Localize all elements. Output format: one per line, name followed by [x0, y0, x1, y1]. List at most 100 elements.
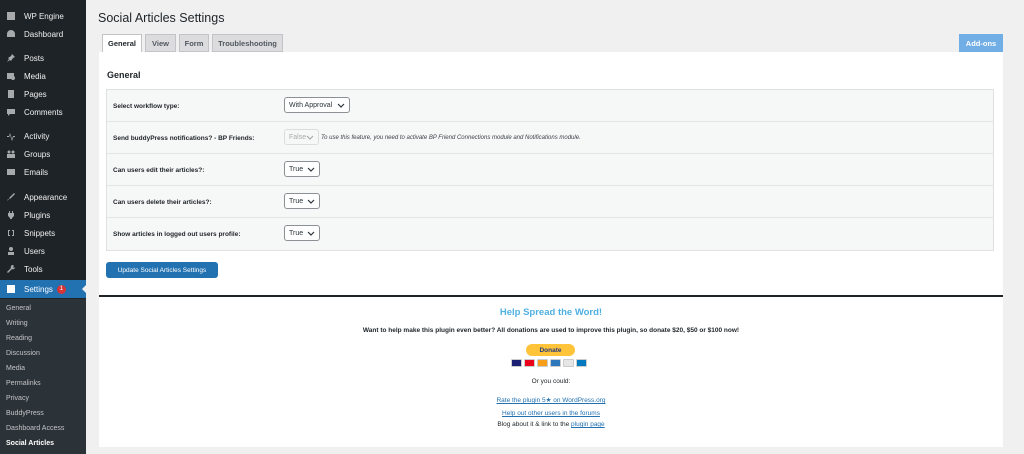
add-ons-button[interactable]: Add-ons [959, 34, 1003, 52]
section-title: General [107, 70, 141, 80]
setting-label: Send buddyPress notifications? - BP Frie… [113, 134, 255, 142]
sidebar-item-wp-engine[interactable]: WP Engine [0, 7, 86, 25]
sidebar-item-media[interactable]: Media [0, 67, 86, 85]
sidebar-item-settings[interactable]: Settings 1 [0, 280, 86, 298]
setting-label: Can users edit their articles?: [113, 166, 205, 174]
sidebar-item-label: Users [24, 246, 45, 256]
update-count-badge: 1 [56, 284, 66, 294]
setting-label: Select workflow type: [113, 102, 180, 110]
setting-row-logged-out-profile: Show articles in logged out users profil… [107, 218, 993, 250]
maestro-icon [537, 359, 548, 367]
notifications-select: False [284, 129, 319, 145]
tab-general[interactable]: General [102, 34, 142, 53]
sidebar-item-pages[interactable]: Pages [0, 85, 86, 103]
visa-icon [511, 359, 522, 367]
sidebar-item-label: Comments [24, 107, 63, 117]
edit-articles-select[interactable]: True [284, 161, 320, 177]
mastercard-icon [524, 359, 535, 367]
submenu-item-dashboard-access[interactable]: Dashboard Access [6, 425, 64, 432]
page-icon [5, 89, 16, 100]
submenu-item-writing[interactable]: Writing [6, 320, 28, 327]
sidebar-item-snippets[interactable]: Snippets [0, 224, 86, 242]
user-icon [5, 246, 16, 257]
submenu-item-reading[interactable]: Reading [6, 335, 32, 342]
setting-label: Show articles in logged out users profil… [113, 230, 241, 238]
brush-icon [5, 192, 16, 203]
sidebar-item-label: Snippets [24, 228, 56, 238]
submenu-item-permalinks[interactable]: Permalinks [6, 380, 41, 387]
spread-the-word-box: Help Spread the Word! Want to help make … [99, 297, 1003, 447]
submenu-item-discussion[interactable]: Discussion [6, 350, 40, 357]
submenu-item-privacy[interactable]: Privacy [6, 395, 29, 402]
plugin-page-link[interactable]: plugin page [571, 421, 605, 428]
sidebar-item-tools[interactable]: Tools [0, 260, 86, 278]
settings-submenu: General Writing Reading Discussion Media… [0, 299, 86, 454]
sidebar-item-label: Tools [24, 264, 43, 274]
chevron-down-icon [337, 103, 345, 108]
groups-icon [5, 149, 16, 160]
setting-row-delete-articles: Can users delete their articles?: True [107, 186, 993, 218]
donate-button[interactable]: Donate [526, 344, 575, 356]
setting-row-workflow: Select workflow type: With Approval [107, 90, 993, 122]
sidebar-item-appearance[interactable]: Appearance [0, 188, 86, 206]
email-icon [5, 167, 16, 178]
sidebar-item-users[interactable]: Users [0, 242, 86, 260]
card-icon [576, 359, 587, 367]
admin-sidebar: WP Engine Dashboard Posts Media Pages Co… [0, 0, 86, 454]
sidebar-item-label: Appearance [24, 192, 68, 202]
sidebar-item-posts[interactable]: Posts [0, 49, 86, 67]
or-you-could-text: Or you could: [531, 378, 571, 385]
settings-table: Select workflow type: With Approval Send… [106, 89, 994, 251]
page-title: Social Articles Settings [98, 11, 225, 25]
amex-icon [550, 359, 561, 367]
sidebar-item-label: Plugins [24, 210, 51, 220]
submenu-item-social-articles[interactable]: Social Articles [6, 440, 54, 447]
workflow-type-select[interactable]: With Approval [284, 97, 350, 113]
tab-form[interactable]: Form [179, 34, 209, 52]
logged-out-profile-select[interactable]: True [284, 225, 320, 241]
select-value: True [289, 197, 304, 205]
rate-plugin-link[interactable]: Rate the plugin 5★ on WordPress.org [496, 397, 605, 404]
donation-text: Want to help make this plugin even bette… [362, 327, 740, 334]
sidebar-item-label: Media [24, 71, 46, 81]
plugin-icon [5, 210, 16, 221]
select-value: True [289, 165, 304, 173]
sidebar-item-activity[interactable]: Activity [0, 127, 86, 145]
pin-icon [5, 53, 16, 64]
select-value: With Approval [289, 101, 333, 109]
wrench-icon [5, 264, 16, 275]
sidebar-item-dashboard[interactable]: Dashboard [0, 25, 86, 43]
setting-row-notifications: Send buddyPress notifications? - BP Frie… [107, 122, 993, 154]
setting-row-edit-articles: Can users edit their articles?: True [107, 154, 993, 186]
chevron-down-icon [307, 167, 315, 172]
select-value: False [289, 133, 307, 141]
sidebar-item-emails[interactable]: Emails [0, 163, 86, 181]
submenu-item-general[interactable]: General [6, 305, 31, 312]
media-icon [5, 71, 16, 82]
sidebar-item-groups[interactable]: Groups [0, 145, 86, 163]
snippet-icon [5, 228, 16, 239]
delete-articles-select[interactable]: True [284, 193, 320, 209]
sidebar-item-label: Posts [24, 53, 45, 63]
update-settings-button[interactable]: Update Social Articles Settings [106, 262, 218, 278]
help-forums-link[interactable]: Help out other users in the forums [502, 410, 600, 417]
tab-troubleshooting[interactable]: Troubleshooting [212, 34, 283, 52]
sidebar-item-label: Pages [24, 89, 47, 99]
chevron-down-icon [307, 199, 315, 204]
tab-view[interactable]: View [145, 34, 176, 52]
activity-icon [5, 131, 16, 142]
sidebar-item-comments[interactable]: Comments [0, 103, 86, 121]
chevron-down-icon [307, 231, 315, 236]
submenu-item-buddypress[interactable]: BuddyPress [6, 410, 44, 417]
help-link-line: Help out other users in the forums [99, 408, 1003, 417]
discover-icon [563, 359, 574, 367]
chevron-down-icon [306, 135, 314, 140]
settings-icon [5, 284, 16, 295]
select-value: True [289, 229, 304, 237]
sidebar-item-plugins[interactable]: Plugins [0, 206, 86, 224]
rate-link-line: Rate the plugin 5★ on WordPress.org [99, 395, 1003, 404]
sidebar-item-label: Activity [24, 131, 50, 141]
sidebar-item-label: WP Engine [24, 11, 64, 21]
submenu-item-media[interactable]: Media [6, 365, 25, 372]
blog-prefix-text: Blog about it & link to the [497, 421, 572, 428]
